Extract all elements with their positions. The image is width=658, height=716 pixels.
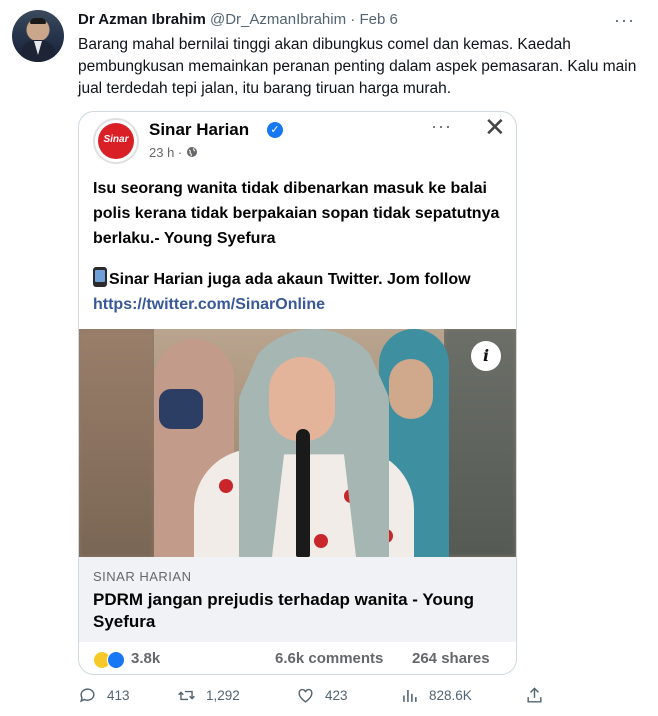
reply-button[interactable]: 413 xyxy=(78,686,130,705)
avatar-hair xyxy=(30,18,46,24)
views-count: 828.6K xyxy=(429,688,472,703)
post-time: 23 h · xyxy=(149,145,198,160)
comments-count[interactable]: 6.6k comments xyxy=(275,650,383,667)
retweet-count: 1,292 xyxy=(206,688,240,703)
close-icon[interactable]: ✕ xyxy=(484,112,506,143)
link-preview[interactable]: SINAR HARIAN PDRM jangan prejudis terhad… xyxy=(79,557,516,642)
views-icon xyxy=(403,689,417,702)
post-more-icon[interactable]: ··· xyxy=(431,116,452,137)
like-button[interactable]: 423 xyxy=(296,686,348,705)
photo-blur-left xyxy=(79,329,154,557)
link-title[interactable]: PDRM jangan prejudis terhadap wanita - Y… xyxy=(93,589,493,633)
tweet-header: Dr Azman Ibrahim @Dr_AzmanIbrahim · Feb … xyxy=(78,10,398,30)
author-avatar[interactable] xyxy=(12,10,64,62)
promo-text: Sinar Harian juga ada akaun Twitter. Jom… xyxy=(109,271,471,288)
heart-icon xyxy=(298,688,313,703)
author-name[interactable]: Dr Azman Ibrahim xyxy=(78,11,206,28)
post-time-text: 23 h · xyxy=(149,145,186,160)
info-icon[interactable]: i xyxy=(471,341,501,371)
like-count: 423 xyxy=(325,688,348,703)
post-stats: 3.8k 6.6k comments 264 shares xyxy=(79,642,516,674)
reactions-count[interactable]: 3.8k xyxy=(131,650,160,667)
tweet-date[interactable]: Feb 6 xyxy=(359,11,397,28)
retweet-icon xyxy=(178,690,195,701)
like-reaction-icon xyxy=(107,651,125,669)
tweet[interactable]: Dr Azman Ibrahim @Dr_AzmanIbrahim · Feb … xyxy=(0,0,658,716)
logo-circle: Sinar xyxy=(98,123,134,159)
photo-face-right xyxy=(389,359,433,419)
more-options-icon[interactable]: ··· xyxy=(614,10,635,31)
share-button[interactable] xyxy=(525,686,544,705)
retweet-button[interactable]: 1,292 xyxy=(177,686,240,705)
phone-icon xyxy=(93,267,107,287)
page-name[interactable]: Sinar Harian xyxy=(149,120,249,140)
photo-face-mask xyxy=(159,389,203,429)
verified-badge-icon: ✓ xyxy=(267,122,283,138)
photo-microphone xyxy=(296,429,310,557)
tweet-text: Barang mahal bernilai tinggi akan dibung… xyxy=(78,36,637,97)
share-icon xyxy=(527,687,542,703)
author-handle[interactable]: @Dr_AzmanIbrahim xyxy=(210,11,346,28)
reply-icon xyxy=(80,688,95,703)
sinar-harian-logo[interactable]: Sinar xyxy=(93,118,139,164)
promo-link[interactable]: https://twitter.com/SinarOnline xyxy=(93,296,325,313)
dress-pattern xyxy=(314,534,328,548)
dress-pattern xyxy=(219,479,233,493)
embedded-post-card[interactable]: Sinar Sinar Harian ✓ 23 h · ··· ✕ Isu se… xyxy=(78,111,517,675)
globe-icon xyxy=(186,147,197,157)
post-body-text: Isu seorang wanita tidak dibenarkan masu… xyxy=(93,180,500,247)
shares-count[interactable]: 264 shares xyxy=(412,650,490,667)
logo-text: Sinar xyxy=(103,134,129,145)
reply-count: 413 xyxy=(107,688,130,703)
tweet-actions: 413 1,292 423 828.6K xyxy=(78,686,548,710)
post-promo: Sinar Harian juga ada akaun Twitter. Jom… xyxy=(93,267,503,317)
link-source: SINAR HARIAN xyxy=(93,569,192,584)
header-separator: · xyxy=(350,11,356,28)
views-button[interactable]: 828.6K xyxy=(400,686,472,705)
post-photo[interactable]: i xyxy=(79,329,516,557)
